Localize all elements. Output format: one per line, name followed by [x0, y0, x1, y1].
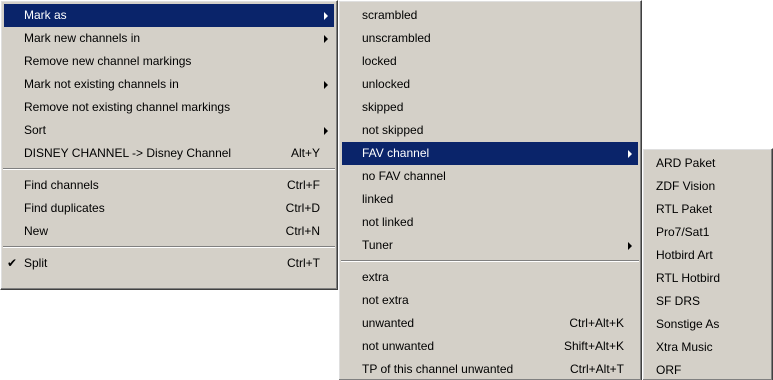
menu-item-locked[interactable]: locked [342, 50, 638, 73]
menu-item-sort[interactable]: Sort [4, 119, 334, 142]
menu-item-rtl-paket[interactable]: RTL Paket [646, 198, 769, 221]
menu-item-rename-disney-channel[interactable]: DISNEY CHANNEL -> Disney Channel Alt+Y [4, 142, 334, 165]
menu-item-sonstige-as[interactable]: Sonstige As [646, 313, 769, 336]
menu-item-label: not linked [362, 215, 414, 229]
menu-item-shortcut: Alt+Y [290, 146, 320, 160]
menu-item-new[interactable]: New Ctrl+N [4, 220, 334, 243]
menu-item-shortcut: Ctrl+N [285, 224, 320, 238]
submenu-arrow-icon [324, 81, 328, 89]
menu-item-shortcut: Ctrl+Alt+K [569, 316, 624, 330]
menu-item-label: New [24, 224, 49, 238]
menu-item-pro7-sat1[interactable]: Pro7/Sat1 [646, 221, 769, 244]
menu-item-label: ORF [656, 363, 682, 377]
menu-item-shortcut: Ctrl+D [285, 201, 320, 215]
menu-item-tuner[interactable]: Tuner [342, 234, 638, 257]
menu-item-rtl-hotbird[interactable]: RTL Hotbird [646, 267, 769, 290]
checkmark-icon: ✔ [7, 256, 18, 270]
menu-item-label: not skipped [362, 123, 424, 137]
menu-item-label: Remove not existing channel markings [24, 100, 231, 114]
menu-item-unlocked[interactable]: unlocked [342, 73, 638, 96]
menu-item-label: Tuner [362, 238, 393, 252]
menu-separator [3, 243, 335, 252]
menu-item-unscrambled[interactable]: unscrambled [342, 27, 638, 50]
context-menu: Mark as Mark new channels in Remove new … [0, 0, 338, 290]
menu-item-xtra-music[interactable]: Xtra Music [646, 336, 769, 359]
menu-item-label: RTL Paket [656, 202, 713, 216]
menu-item-not-skipped[interactable]: not skipped [342, 119, 638, 142]
menu-item-label: Sort [24, 123, 47, 137]
menu-item-label: locked [362, 54, 397, 68]
menu-item-label: TP of this channel unwanted [362, 362, 514, 376]
menu-item-label: extra [362, 270, 389, 284]
menu-item-label: unscrambled [362, 31, 431, 45]
menu-item-unwanted[interactable]: unwanted Ctrl+Alt+K [342, 312, 638, 335]
menu-item-skipped[interactable]: skipped [342, 96, 638, 119]
menu-item-mark-as[interactable]: Mark as [4, 4, 334, 27]
menu-item-not-extra[interactable]: not extra [342, 289, 638, 312]
menu-item-extra[interactable]: extra [342, 266, 638, 289]
menu-item-mark-new-channels-in[interactable]: Mark new channels in [4, 27, 334, 50]
menu-item-find-duplicates[interactable]: Find duplicates Ctrl+D [4, 197, 334, 220]
menu-item-label: unlocked [362, 77, 411, 91]
menu-item-linked[interactable]: linked [342, 188, 638, 211]
menu-item-label: Remove new channel markings [24, 54, 192, 68]
menu-item-label: ZDF Vision [656, 179, 716, 193]
menu-item-label: Sonstige As [656, 317, 720, 331]
menu-item-label: no FAV channel [362, 169, 446, 183]
menu-item-label: Xtra Music [656, 340, 713, 354]
menu-item-fav-channel[interactable]: FAV channel [342, 142, 638, 165]
menu-item-shortcut: Ctrl+F [287, 178, 320, 192]
menu-item-no-fav-channel[interactable]: no FAV channel [342, 165, 638, 188]
menu-item-label: ARD Paket [656, 156, 716, 170]
submenu-arrow-icon [324, 127, 328, 135]
menu-item-label: linked [362, 192, 394, 206]
menu-item-label: Find channels [24, 178, 99, 192]
menu-item-remove-new-channel-markings[interactable]: Remove new channel markings [4, 50, 334, 73]
menu-item-label: DISNEY CHANNEL -> Disney Channel [24, 146, 232, 160]
menu-item-scrambled[interactable]: scrambled [342, 4, 638, 27]
menu-item-zdf-vision[interactable]: ZDF Vision [646, 175, 769, 198]
menu-item-tp-unwanted[interactable]: TP of this channel unwanted Ctrl+Alt+T [342, 358, 638, 380]
menu-item-label: Hotbird Art [656, 248, 713, 262]
menu-separator [341, 257, 639, 266]
submenu-arrow-icon [324, 12, 328, 20]
menu-item-label: scrambled [362, 8, 418, 22]
menu-item-ard-paket[interactable]: ARD Paket [646, 152, 769, 175]
submenu-arrow-icon [324, 35, 328, 43]
menu-item-label: Mark not existing channels in [24, 77, 179, 91]
menu-item-label: not unwanted [362, 339, 435, 353]
menu-item-shortcut: Shift+Alt+K [563, 339, 624, 353]
menu-item-find-channels[interactable]: Find channels Ctrl+F [4, 174, 334, 197]
menu-item-sf-drs[interactable]: SF DRS [646, 290, 769, 313]
menu-item-not-linked[interactable]: not linked [342, 211, 638, 234]
mark-as-submenu: scrambled unscrambled locked unlocked sk… [338, 0, 642, 380]
menu-item-mark-not-existing-channels-in[interactable]: Mark not existing channels in [4, 73, 334, 96]
menu-item-label: Find duplicates [24, 201, 105, 215]
menu-item-not-unwanted[interactable]: not unwanted Shift+Alt+K [342, 335, 638, 358]
menu-item-label: FAV channel [362, 146, 430, 160]
menu-item-label: Split [24, 256, 48, 270]
menu-item-label: not extra [362, 293, 409, 307]
menu-item-label: RTL Hotbird [656, 271, 721, 285]
menu-item-label: unwanted [362, 316, 415, 330]
menu-item-hotbird-art[interactable]: Hotbird Art [646, 244, 769, 267]
menu-item-split[interactable]: ✔ Split Ctrl+T [4, 252, 334, 275]
menu-item-label: skipped [362, 100, 404, 114]
menu-separator [3, 165, 335, 174]
menu-item-shortcut: Ctrl+Alt+T [569, 362, 624, 376]
menu-item-label: Mark as [24, 8, 67, 22]
menu-item-remove-not-existing-channel-markings[interactable]: Remove not existing channel markings [4, 96, 334, 119]
submenu-arrow-icon [628, 150, 632, 158]
menu-item-label: SF DRS [656, 294, 701, 308]
menu-item-shortcut: Ctrl+T [287, 256, 320, 270]
menu-item-label: Pro7/Sat1 [656, 225, 710, 239]
fav-channel-submenu: ARD Paket ZDF Vision RTL Paket Pro7/Sat1… [642, 148, 773, 380]
menu-item-label: Mark new channels in [24, 31, 141, 45]
menu-item-orf[interactable]: ORF [646, 359, 769, 380]
submenu-arrow-icon [628, 242, 632, 250]
